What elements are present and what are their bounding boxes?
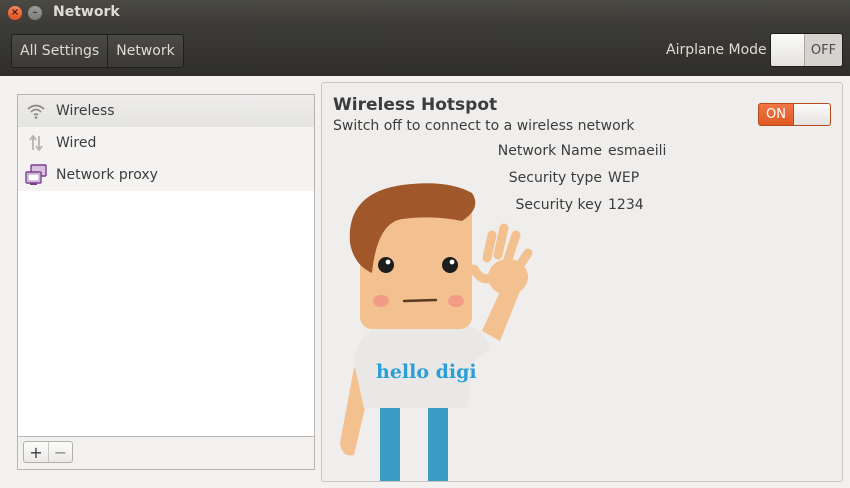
security-key-value: 1234 (608, 197, 644, 213)
switch-knob[interactable] (793, 104, 830, 125)
device-list-toolbar: + − (17, 437, 315, 470)
minimize-window-button[interactable]: – (28, 6, 42, 20)
airplane-mode-state: OFF (810, 42, 837, 58)
switch-knob[interactable] (771, 34, 805, 66)
network-name-label: Network Name (497, 143, 602, 159)
add-device-button[interactable]: + (24, 442, 48, 462)
list-buttons: + − (23, 441, 73, 463)
toolbar: All Settings Network Airplane Mode (0, 26, 850, 76)
title-bar: × – Network (0, 0, 850, 26)
sidebar-item-label: Network proxy (56, 167, 158, 183)
close-window-button[interactable]: × (8, 6, 22, 20)
security-type-value: WEP (608, 170, 640, 186)
hotspot-panel: Wireless Hotspot Switch off to connect t… (321, 82, 843, 482)
remove-device-button[interactable]: − (48, 442, 72, 462)
network-name-row: Network Name esmaeili (322, 143, 842, 163)
network-proxy-icon (24, 163, 48, 187)
airplane-mode-label: Airplane Mode (666, 42, 767, 58)
sidebar-item-wireless[interactable]: Wireless (18, 95, 314, 127)
device-list: Wireless Wired Network proxy (17, 94, 315, 437)
sidebar-item-label: Wireless (56, 103, 115, 119)
hotspot-toggle-state: ON (766, 107, 786, 122)
network-name-value: esmaeili (608, 143, 667, 159)
hotspot-subtitle: Switch off to connect to a wireless netw… (333, 118, 635, 134)
wifi-icon (24, 99, 48, 123)
hotspot-toggle[interactable]: ON (758, 103, 831, 126)
window-title: Network (53, 4, 120, 20)
mascot-illustration: hello digi (340, 183, 533, 481)
airplane-mode-switch[interactable]: OFF (770, 33, 843, 67)
sidebar-item-network-proxy[interactable]: Network proxy (18, 159, 314, 191)
wired-arrows-icon (24, 131, 48, 155)
breadcrumb-all-settings[interactable]: All Settings (12, 35, 107, 67)
sidebar-item-label: Wired (56, 135, 97, 151)
shirt-text: hello digi (376, 361, 477, 383)
sidebar-item-wired[interactable]: Wired (18, 127, 314, 159)
breadcrumb-network[interactable]: Network (107, 35, 182, 67)
breadcrumb: All Settings Network (11, 34, 184, 68)
minimize-icon: – (32, 7, 38, 18)
close-icon: × (10, 7, 20, 18)
hotspot-title: Wireless Hotspot (333, 95, 498, 115)
